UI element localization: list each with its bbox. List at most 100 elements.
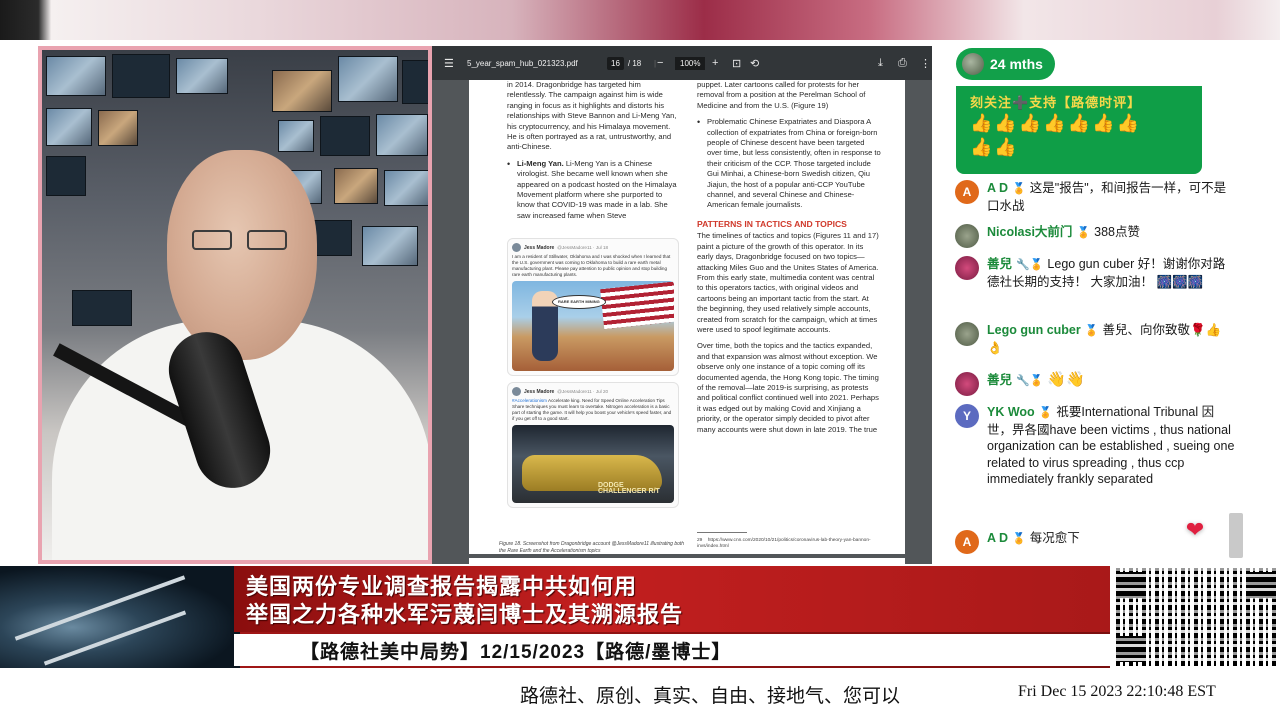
member-badge-icon: 🏅 [1012,533,1026,545]
chat-message-body: Nicolasi大前门 🏅 388点赞 [987,224,1140,248]
next-pdf-page [469,558,905,564]
thumbs-up-icons: 👍👍👍👍👍👍👍 👍👍 [970,113,1141,157]
top-banner-strip [0,0,1280,40]
scrolling-ticker: 路德社、原创、真实、自由、接地气、您可以 [520,686,901,707]
background-monitor [46,156,86,196]
chat-author[interactable]: A D [987,181,1008,195]
chat-scrollbar[interactable] [1229,513,1243,558]
background-monitor [272,70,332,112]
right-col-intro: puppet. Later cartoons called for protes… [697,80,866,110]
background-monitor [402,60,428,104]
chat-message: Lego gun cuber 🏅 善兒、向你致敬🌹👍👌 [955,322,1235,356]
bullet-li-meng-yan: Li-Meng Yan. Li-Meng Yan is a Chinese vi… [507,159,679,221]
tweet-header: Jess Madore @JessMadore11 · Jul 20 [512,387,674,396]
sticker-title: 刻关注➕支持【路德时评】 [970,95,1142,110]
tweet-card: Jess Madore @JessMadore11 · Jul 18 I am … [507,238,679,376]
chat-author[interactable]: 善兒 [987,257,1012,271]
zoom-in-icon[interactable]: + [712,46,718,80]
pdf-viewer: ☰ 5_year_spam_hub_021323.pdf 16 / 18 | −… [432,46,932,564]
chat-text: 388点赞 [1094,225,1140,239]
background-monitor [46,56,106,96]
live-chat-panel: 24 mths 刻关注➕支持【路德时评】 👍👍👍👍👍👍👍 👍👍 A A D 🏅 这是"… [947,44,1245,564]
station-truss [14,575,186,641]
tweet-cartoon-image: RARE EARTH MINING [512,281,674,371]
glasses [192,230,232,250]
chat-message: A A D 🏅 这是"报告"，和间报告一样，可不是口水战 [955,180,1235,214]
heart-reaction-icon[interactable]: ❤ [1178,515,1212,545]
avatar [955,224,979,248]
page-total: / 18 [627,58,642,68]
chat-message-body: Lego gun cuber 🏅 善兒、向你致敬🌹👍👌 [987,322,1235,356]
member-badge-icon: 🏅 [1084,325,1099,337]
divider: | [654,58,657,68]
member-badge-icon: 🏅 [1038,407,1053,419]
membership-duration: 24 mths [990,56,1043,72]
member-badge-icon: 🏅 [1076,227,1091,239]
paragraph: The timelines of tactics and topics (Fig… [697,231,879,334]
avatar [955,256,979,280]
chat-message: 善兒 🔧🏅 👋👋 [955,371,1235,396]
menu-icon[interactable]: ☰ [444,46,454,80]
car-label: DODGE CHALLENGER R/T [598,482,660,495]
tweet-handle: @JessMadore11 · Jul 18 [557,244,609,250]
page-current-input[interactable]: 16 [607,56,624,70]
program-subline: 【路德社美中局势】12/15/2023【路德/墨博士】 [300,642,732,663]
background-monitor [112,54,170,98]
avatar [955,322,979,346]
rotate-icon[interactable]: ⟲ [750,46,759,80]
print-icon[interactable]: ⎙ [898,46,907,80]
avatar [512,243,521,252]
membership-badge: 24 mths [956,48,1055,80]
zoom-level-input[interactable]: 100% [675,56,706,70]
download-icon[interactable]: ⤓ [878,46,883,80]
background-monitor [334,168,378,204]
avatar [512,387,521,396]
webcam-frame [38,46,432,564]
chat-message: Y YK Woo 🏅 祇要International Tribunal 因世，畀各國… [955,404,1235,488]
chat-author[interactable]: Lego gun cuber [987,323,1081,337]
more-options-icon[interactable]: ⋮ [920,46,931,80]
pdf-file-name: 5_year_spam_hub_021323.pdf [467,58,578,68]
chat-text: 👋👋 [1047,371,1085,388]
pdf-page: in 2014. Dragonbridge has targeted him r… [469,80,905,554]
section-heading: PATTERNS IN TACTICS AND TOPICS [697,218,847,229]
chat-author[interactable]: YK Woo [987,405,1035,419]
speech-bubble: RARE EARTH MINING [552,295,606,309]
background-monitor [384,170,428,206]
avatar: Y [955,404,979,428]
tweet-hashtag: #Accelerationism [512,398,547,403]
chat-author[interactable]: Nicolasi大前门 [987,225,1072,239]
zoom-level[interactable]: 100% [675,46,706,80]
chat-author[interactable]: 善兒 [987,373,1012,387]
left-col-intro: in 2014. Dragonbridge has targeted him r… [507,80,677,152]
tweet-author: Jess Madore [524,244,555,251]
pdf-toolbar: ☰ 5_year_spam_hub_021323.pdf 16 / 18 | −… [432,46,932,80]
chat-author[interactable]: A D [987,531,1008,545]
zoom-out-icon[interactable]: − [657,46,663,80]
paragraph: Over time, both the topics and the tacti… [697,341,879,434]
flag-graphic [600,281,674,330]
avatar: A [955,530,979,554]
fit-page-icon[interactable]: ⊡ [732,46,741,80]
chat-message-body: A D 🏅 每况愈下 [987,530,1080,554]
chat-message-body: YK Woo 🏅 祇要International Tribunal 因世，畀各國ha… [987,404,1235,488]
space-station-graphic [0,566,240,668]
tweet-author: Jess Madore [524,388,555,395]
avatar [962,53,984,75]
background-monitor [72,290,132,326]
tweet-header: Jess Madore @JessMadore11 · Jul 18 [512,243,674,252]
footnote-rule [697,532,747,533]
headline-line-2: 举国之力各种水军污蔑闫博士及其溯源报告 [246,602,684,627]
background-monitor [46,108,92,146]
figure-caption: Figure 18. Screenshot from Dragonbridge … [499,541,685,554]
background-monitor [362,226,418,266]
glasses [247,230,287,250]
footnote-url[interactable]: https://www.cnn.com/2020/10/21/politics/… [697,538,871,549]
page-indicator[interactable]: 16 / 18 [607,46,641,80]
background-monitor [338,56,398,102]
chat-message-body: 善兒 🔧🏅 Lego gun cuber 好！谢谢你对路德社长期的支持！ 大家加油！… [987,256,1235,290]
tweet-text: I am a resident of Stillwater, Oklahoma … [512,254,671,277]
avatar: A [955,180,979,204]
chat-message-body: A D 🏅 这是"报告"，和间报告一样，可不是口水战 [987,180,1235,214]
background-monitor [176,58,228,94]
